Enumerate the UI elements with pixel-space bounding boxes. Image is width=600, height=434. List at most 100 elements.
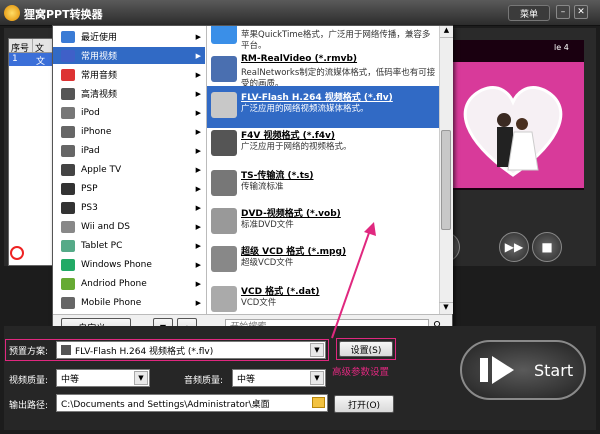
preset-select[interactable]: FLV-Flash H.264 视频格式 (*.flv) ▼: [56, 341, 326, 359]
category-item[interactable]: Wii and DS ▶: [53, 218, 205, 235]
audio-quality-label: 音频质量:: [184, 376, 224, 386]
preset-value: FLV-Flash H.264 视频格式 (*.flv): [75, 346, 214, 357]
close-button[interactable]: ✕: [574, 5, 588, 19]
android-icon: [61, 277, 75, 290]
ps3-icon: [61, 201, 75, 214]
format-description: 传输流标准: [241, 182, 284, 192]
preset-label: 预置方案:: [9, 347, 49, 357]
chevron-right-icon: ▶: [195, 279, 201, 288]
format-name: RM-RealVideo (*.rmvb): [241, 54, 358, 64]
chevron-right-icon: ▶: [195, 222, 201, 231]
remove-icon[interactable]: [10, 246, 24, 260]
ipod-icon: [61, 106, 75, 119]
category-label: PSP: [81, 183, 98, 194]
scrollbar-thumb[interactable]: [441, 130, 451, 230]
video-quality-label: 视频质量:: [9, 376, 49, 386]
menu-button[interactable]: 菜单: [508, 5, 550, 21]
flv-icon: [61, 345, 71, 355]
cell-index: 1: [12, 54, 18, 64]
chevron-right-icon: ▶: [195, 127, 201, 136]
folder-icon[interactable]: [312, 397, 325, 408]
table-header: 序号 文: [9, 39, 57, 54]
minimize-button[interactable]: –: [556, 5, 570, 19]
appletv-icon: [61, 163, 75, 176]
format-icon: [211, 246, 237, 272]
category-item[interactable]: 最近使用 ▶: [53, 28, 205, 45]
iphone-icon: [61, 125, 75, 138]
category-item[interactable]: Tablet PC ▶: [53, 237, 205, 254]
start-arrow-icon: [480, 352, 516, 388]
start-label: Start: [534, 361, 574, 380]
chevron-right-icon: ▶: [195, 51, 201, 60]
category-item[interactable]: Mobile Phone ▶: [53, 294, 205, 311]
table-row[interactable]: 1 文: [9, 53, 57, 67]
preview-caption: le 4: [554, 43, 569, 52]
category-item[interactable]: Andriod Phone ▶: [53, 275, 205, 292]
chevron-right-icon: ▶: [195, 165, 201, 174]
category-label: Windows Phone: [81, 259, 152, 270]
chevron-right-icon: ▶: [195, 241, 201, 250]
column-header-index: 序号: [9, 39, 33, 54]
category-item[interactable]: 高清视频 ▶: [53, 85, 205, 102]
chevron-right-icon: ▶: [195, 108, 201, 117]
category-label: PS3: [81, 202, 98, 213]
clock-icon: [61, 30, 75, 43]
open-button[interactable]: 打开(O): [334, 395, 394, 413]
scroll-down-icon[interactable]: ▼: [439, 302, 453, 314]
chevron-down-icon: ▼: [310, 343, 324, 357]
category-item[interactable]: iPod ▶: [53, 104, 205, 121]
file-table[interactable]: 序号 文 1 文: [8, 38, 58, 266]
app-logo-icon: [4, 5, 20, 21]
hd-icon: [61, 87, 75, 100]
category-item[interactable]: iPad ▶: [53, 142, 205, 159]
chevron-right-icon: ▶: [195, 203, 201, 212]
category-label: Tablet PC: [81, 240, 123, 251]
format-icon: [211, 56, 237, 82]
output-path-label: 输出路径:: [9, 401, 49, 411]
settings-button[interactable]: 设置(S): [339, 341, 393, 357]
chevron-right-icon: ▶: [195, 184, 201, 193]
category-item[interactable]: iPhone ▶: [53, 123, 205, 140]
format-item[interactable]: VCD 格式 (*.dat) VCD文件: [207, 280, 439, 314]
category-item[interactable]: Windows Phone ▶: [53, 256, 205, 273]
category-item[interactable]: PS3 ▶: [53, 199, 205, 216]
format-name: VCD 格式 (*.dat): [241, 287, 320, 297]
film-icon: [61, 49, 75, 62]
next-button[interactable]: ▶▶: [499, 232, 529, 262]
format-item[interactable]: TS-传输流 (*.ts) 传输流标准: [207, 164, 439, 206]
category-label: Apple TV: [81, 164, 122, 175]
stop-button[interactable]: ■: [532, 232, 562, 262]
tablet-icon: [61, 239, 75, 252]
preview-panel: le 4: [442, 40, 584, 190]
format-icon: [211, 170, 237, 196]
category-item[interactable]: PSP ▶: [53, 180, 205, 197]
audio-quality-value: 中等: [237, 374, 256, 385]
format-item[interactable]: FLV-Flash H.264 视频格式 (*.flv) 广泛应用的网络视频流媒体…: [207, 86, 439, 128]
output-path-field[interactable]: C:\Documents and Settings\Administrator\…: [56, 394, 328, 412]
chevron-right-icon: ▶: [195, 146, 201, 155]
chevron-right-icon: ▶: [195, 70, 201, 79]
video-quality-value: 中等: [61, 374, 80, 385]
category-label: iPad: [81, 145, 100, 156]
video-quality-select[interactable]: 中等 ▼: [56, 369, 150, 387]
chevron-right-icon: ▶: [195, 298, 201, 307]
format-item[interactable]: DVD-视频格式 (*.vob) 标准DVD文件: [207, 202, 439, 244]
category-item[interactable]: Apple TV ▶: [53, 161, 205, 178]
format-icon: [211, 130, 237, 156]
app-title: 狸窝PPT转换器: [24, 8, 103, 21]
audio-quality-select[interactable]: 中等 ▼: [232, 369, 326, 387]
format-icon: [211, 26, 237, 44]
format-item[interactable]: F4V 视频格式 (*.f4v) 广泛应用于网络的视频格式。: [207, 124, 439, 166]
category-item[interactable]: 常用音频 ▶: [53, 66, 205, 83]
scroll-up-icon[interactable]: ▲: [440, 26, 453, 38]
format-icon: [211, 286, 237, 312]
format-description: 广泛应用的网络视频流媒体格式。: [241, 104, 369, 114]
category-item[interactable]: 常用视频 ▶: [53, 47, 205, 64]
category-label: Mobile Phone: [81, 297, 142, 308]
format-name: DVD-视频格式 (*.vob): [241, 209, 341, 219]
format-item[interactable]: 超级 VCD 格式 (*.mpg) 超级VCD文件: [207, 240, 439, 282]
format-icon: [211, 208, 237, 234]
format-popup: 最近使用 ▶ 常用视频 ▶ 常用音频 ▶ 高清视频 ▶ iPod ▶ iPhone ▶ iPad ▶ App…: [52, 25, 453, 338]
start-button[interactable]: Start: [460, 340, 586, 400]
category-label: 常用音频: [81, 71, 118, 81]
